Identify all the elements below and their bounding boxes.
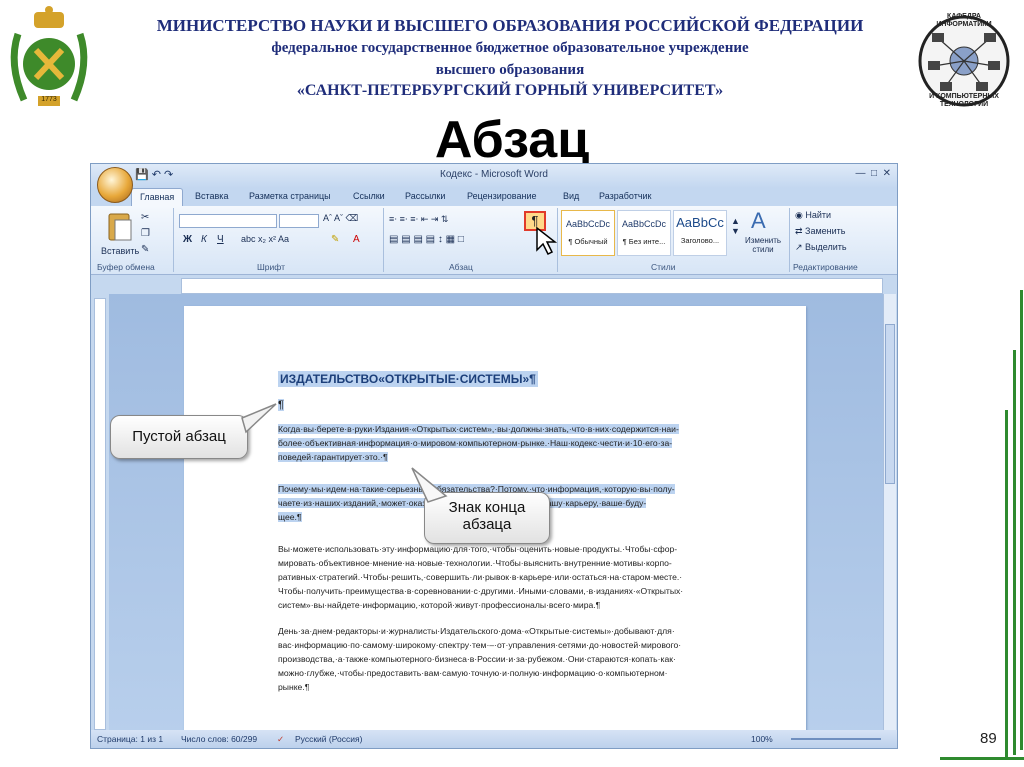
- replace-button[interactable]: ⇄ Заменить: [795, 226, 846, 237]
- style-no-spacing[interactable]: AaBbCcDc ¶ Без инте...: [617, 210, 671, 256]
- vertical-ruler[interactable]: [94, 298, 106, 730]
- underline-button[interactable]: Ч: [217, 234, 224, 245]
- group-font-label: Шрифт: [257, 262, 285, 272]
- group-styles-label: Стили: [651, 262, 676, 272]
- grow-font-icon[interactable]: Aˆ Aˇ ⌫: [323, 213, 358, 224]
- frame-line-2: [1013, 350, 1016, 755]
- group-separator: [789, 208, 790, 272]
- tab-review[interactable]: Рецензирование: [467, 191, 537, 201]
- group-separator: [173, 208, 174, 272]
- frame-line-1: [1020, 290, 1023, 750]
- font-name-box[interactable]: [179, 214, 277, 228]
- scrollbar-thumb[interactable]: [885, 324, 895, 484]
- education-level-line: высшего образования: [435, 62, 585, 78]
- find-button[interactable]: ◉ Найти: [795, 210, 831, 221]
- font-size-box[interactable]: [279, 214, 319, 228]
- cut-icon[interactable]: ✂: [141, 212, 149, 223]
- list-icons[interactable]: ≡⋅ ≡⋅ ≡⋅ ⇤ ⇥ ⇅: [389, 214, 448, 225]
- status-page[interactable]: Страница: 1 из 1: [97, 734, 163, 744]
- status-word-count[interactable]: Число слов: 60/299: [181, 734, 257, 744]
- font-color-icon[interactable]: A: [353, 234, 360, 245]
- replace-icon: ⇄: [795, 226, 806, 236]
- tab-references[interactable]: Ссылки: [353, 191, 385, 201]
- status-bar: Страница: 1 из 1 Число слов: 60/299 ✓ Ру…: [91, 730, 897, 748]
- title-bar: 💾 ↶ ↷ Кодекс - Microsoft Word — □ ✕: [91, 164, 897, 188]
- binoculars-icon: ◉: [795, 210, 806, 220]
- department-title-4: ТЕХНОЛОГИЙ: [939, 101, 989, 108]
- department-title-2: ИНФОРМАТИКИ: [936, 21, 992, 28]
- department-title-3: И КОМПЬЮТЕРНЫХ: [929, 93, 999, 100]
- select-arrow-icon: ↗: [795, 242, 806, 252]
- mouse-cursor-icon: [536, 226, 557, 256]
- group-editing-label: Редактирование: [793, 262, 858, 272]
- doc-heading[interactable]: ИЗДАТЕЛЬСТВО«ОТКРЫТЫЕ·СИСТЕМЫ»¶: [278, 371, 538, 387]
- tab-developer[interactable]: Разработчик: [599, 191, 651, 201]
- style-heading[interactable]: AaBbCc Заголово...: [673, 210, 727, 256]
- university-name-line: «САНКТ-ПЕТЕРБУРГСКИЙ ГОРНЫЙ УНИВЕРСИТЕТ»: [296, 82, 724, 99]
- frame-line-bottom: [940, 757, 1024, 760]
- italic-button[interactable]: К: [201, 234, 207, 245]
- frame-line-3: [1005, 410, 1008, 760]
- align-icons[interactable]: ▤ ▤ ▤ ▤ ↕ ▦ □: [389, 234, 464, 245]
- styles-scroll-icon[interactable]: ▲ ▼: [731, 216, 740, 236]
- tab-mailings[interactable]: Рассылки: [405, 191, 445, 201]
- tab-view[interactable]: Вид: [563, 191, 579, 201]
- select-button[interactable]: ↗ Выделить: [795, 242, 847, 253]
- tab-page-layout[interactable]: Разметка страницы: [249, 191, 331, 201]
- paste-icon[interactable]: [105, 210, 135, 244]
- group-clipboard-label: Буфер обмена: [97, 262, 155, 272]
- copy-icon[interactable]: ❐: [141, 228, 150, 239]
- bold-button[interactable]: Ж: [183, 234, 192, 245]
- format-painter-icon[interactable]: ✎: [141, 244, 149, 255]
- group-separator: [383, 208, 384, 272]
- zoom-slider[interactable]: [791, 738, 881, 740]
- paste-button[interactable]: Вставить: [101, 246, 139, 256]
- spelling-check-icon[interactable]: ✓: [277, 734, 284, 745]
- paragraph-1[interactable]: Когда·вы·берете·в·руки·Издания·«Открытых…: [278, 422, 679, 464]
- department-emblem: КАФЕДРА ИНФОРМАТИКИ И КОМПЬЮТЕРНЫХ ТЕХНО…: [918, 6, 1010, 116]
- highlight-icon[interactable]: ✎: [331, 234, 339, 245]
- callout-empty-paragraph: Пустой абзац: [110, 415, 248, 459]
- change-styles-icon[interactable]: A: [751, 208, 766, 234]
- department-title-1: КАФЕДРА: [947, 13, 981, 20]
- horizontal-ruler[interactable]: [181, 278, 883, 294]
- institution-type-line: федеральное государственное бюджетное об…: [271, 40, 749, 56]
- callout-pointer-end: [411, 467, 448, 503]
- ribbon: Вставить ✂ ❐ ✎ Буфер обмена Aˆ Aˇ ⌫ Ж К …: [91, 206, 897, 275]
- window-title: Кодекс - Microsoft Word: [440, 169, 548, 180]
- ministry-line: МИНИСТЕРСТВО НАУКИ И ВЫСШЕГО ОБРАЗОВАНИЯ…: [156, 16, 864, 35]
- callout-pointer-empty: [241, 403, 277, 434]
- group-separator: [557, 208, 558, 272]
- emblem-year: 1773: [41, 96, 57, 103]
- group-paragraph-label: Абзац: [449, 262, 473, 272]
- window-controls[interactable]: — □ ✕: [855, 168, 891, 179]
- paragraph-3[interactable]: Вы·можете·использовать·эту·информацию·дл…: [278, 542, 683, 612]
- vertical-scrollbar[interactable]: [883, 294, 896, 734]
- change-styles-button[interactable]: Изменить стили: [741, 236, 785, 254]
- strikethrough-icon[interactable]: abc x₂ x² Aa: [241, 234, 289, 244]
- status-language[interactable]: Русский (Россия): [295, 734, 362, 744]
- status-zoom[interactable]: 100%: [751, 734, 773, 744]
- style-normal[interactable]: AaBbCcDc ¶ Обычный: [561, 210, 615, 256]
- slide-title: Абзац: [434, 111, 590, 169]
- university-emblem: 1773: [4, 4, 94, 116]
- tab-home[interactable]: Главная: [131, 188, 184, 206]
- office-button[interactable]: [97, 167, 133, 203]
- tab-insert[interactable]: Вставка: [195, 191, 228, 201]
- paragraph-4[interactable]: День·за·днем·редакторы·и·журналисты·Изда…: [278, 624, 681, 694]
- ribbon-tabs: Главная Вставка Разметка страницы Ссылки…: [91, 188, 897, 206]
- page-number: 89: [980, 730, 997, 747]
